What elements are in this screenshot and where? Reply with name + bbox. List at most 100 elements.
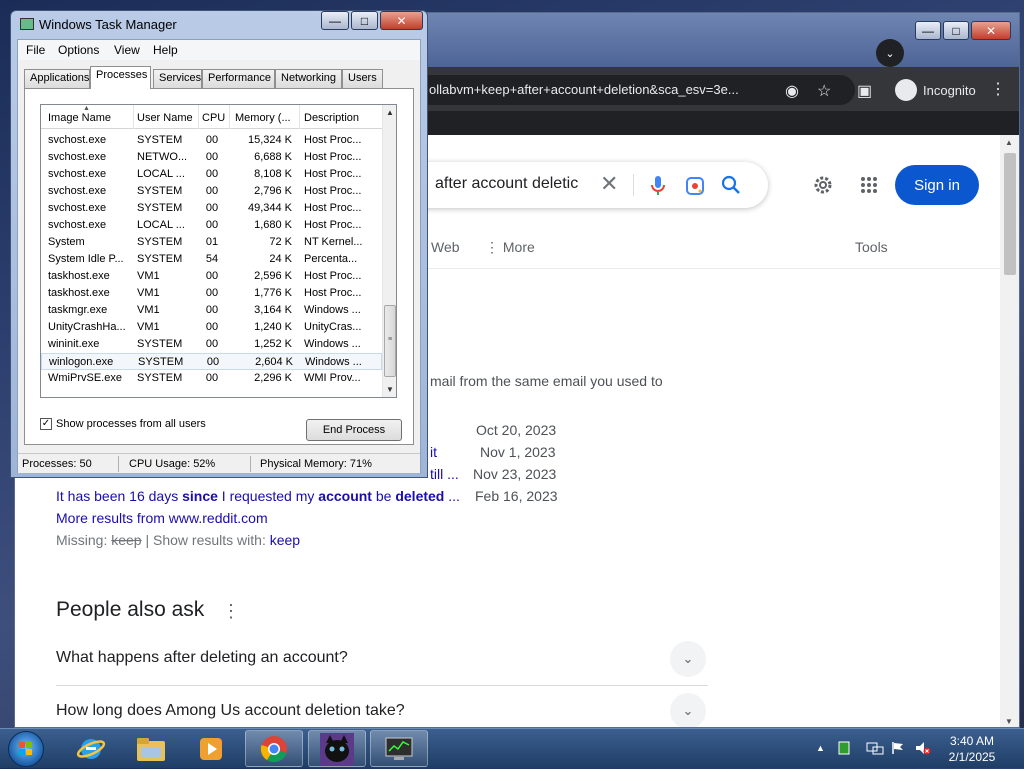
process-description: Host Proc... (304, 134, 362, 146)
page-scrollbar[interactable]: ▲ ▼ (1000, 135, 1019, 727)
scroll-down-arrow-icon[interactable]: ▼ (1005, 717, 1013, 726)
paa-question[interactable]: What happens after deleting an account? (56, 649, 348, 667)
settings-gear-icon[interactable] (812, 174, 834, 196)
scroll-up-arrow-icon[interactable]: ▲ (1005, 138, 1013, 147)
end-process-button[interactable]: End Process (306, 419, 402, 441)
process-row[interactable]: taskmgr.exe VM1 00 3,164 K Windows ... (41, 302, 382, 319)
process-row[interactable]: svchost.exe SYSTEM 00 2,796 K Host Proc... (41, 183, 382, 200)
menu-help[interactable]: Help (153, 43, 178, 57)
checkbox-box[interactable]: ✓ (40, 418, 52, 430)
show-all-users-checkbox[interactable]: ✓ Show processes from all users (40, 418, 206, 430)
process-row[interactable]: wininit.exe SYSTEM 00 1,252 K Windows ... (41, 336, 382, 353)
process-row[interactable]: svchost.exe NETWO... 00 6,688 K Host Proc... (41, 149, 382, 166)
menu-options[interactable]: Options (58, 43, 99, 57)
cat-app-button[interactable] (308, 730, 366, 767)
task-manager-taskbar-button[interactable] (370, 730, 428, 767)
tab-performance[interactable]: Performance (202, 69, 275, 88)
reddit-result-link[interactable]: It has been 16 days since I requested my… (56, 488, 460, 504)
column-memory[interactable]: Memory (... (235, 112, 297, 124)
column-image-name[interactable]: Image Name (48, 112, 132, 124)
menu-file[interactable]: File (26, 43, 45, 57)
process-row[interactable]: UnityCrashHa... VM1 00 1,240 K UnityCras... (41, 319, 382, 336)
google-search-box[interactable]: after account deletic ✕ (395, 162, 768, 208)
process-memory: 2,604 K (255, 356, 293, 368)
process-description: Windows ... (304, 338, 361, 350)
paa-question[interactable]: How long does Among Us account deletion … (56, 702, 405, 720)
scroll-up-arrow-icon[interactable]: ▲ (386, 108, 394, 117)
process-row[interactable]: System SYSTEM 01 72 K NT Kernel... (41, 234, 382, 251)
search-query-text[interactable]: after account deletic (435, 175, 578, 193)
action-center-flag-icon[interactable] (891, 741, 905, 755)
system-clock[interactable]: 3:40 AM 2/1/2025 (940, 733, 1004, 765)
tm-maximize-button[interactable]: □ (351, 11, 378, 30)
column-description[interactable]: Description (304, 112, 376, 124)
network-icon[interactable] (866, 741, 884, 755)
clear-search-icon[interactable]: ✕ (600, 171, 618, 197)
chrome-menu-icon[interactable]: ⋮ (990, 82, 1006, 98)
show-hidden-icons-icon[interactable]: ▲ (816, 743, 825, 753)
more-tabs-menu[interactable]: ⋮ More (485, 239, 535, 256)
column-cpu[interactable]: CPU (202, 112, 226, 124)
eye-slash-icon[interactable]: ◉ (785, 81, 799, 101)
process-description: Host Proc... (304, 219, 362, 231)
file-explorer-button[interactable] (122, 730, 180, 767)
tab-services[interactable]: Services (153, 69, 202, 88)
chrome-close-button[interactable]: ✕ (971, 21, 1011, 40)
sign-in-button[interactable]: Sign in (895, 165, 979, 205)
process-row[interactable]: WmiPrvSE.exe SYSTEM 00 2,296 K WMI Prov... (41, 370, 382, 387)
chevron-down-icon[interactable]: ⌄ (670, 693, 706, 727)
process-row[interactable]: taskhost.exe VM1 00 2,596 K Host Proc... (41, 268, 382, 285)
column-divider[interactable] (229, 105, 230, 129)
start-orb[interactable] (8, 731, 44, 767)
tm-close-button[interactable]: ✕ (380, 11, 423, 30)
tab-search-chevron-icon[interactable]: ⌄ (876, 39, 904, 67)
process-row[interactable]: System Idle P... SYSTEM 54 24 K Percenta... (41, 251, 382, 268)
scrollbar-thumb[interactable] (1004, 153, 1016, 275)
menu-view[interactable]: View (114, 43, 140, 57)
google-apps-grid-icon[interactable] (860, 176, 878, 194)
voice-search-icon[interactable] (651, 176, 665, 196)
result-link-tail-2[interactable]: till ... (430, 466, 459, 482)
column-divider[interactable] (299, 105, 300, 129)
chrome-maximize-button[interactable]: □ (943, 21, 969, 40)
tab-applications[interactable]: Applications (24, 69, 90, 88)
column-user-name[interactable]: User Name (137, 112, 197, 124)
volume-muted-icon[interactable] (915, 741, 931, 755)
scroll-down-arrow-icon[interactable]: ▼ (386, 385, 394, 394)
search-icon[interactable] (720, 174, 742, 196)
chrome-taskbar-button[interactable] (245, 730, 303, 767)
process-cpu: 00 (205, 151, 219, 163)
process-row[interactable]: svchost.exe LOCAL ... 00 8,108 K Host Proc..… (41, 166, 382, 183)
more-results-link[interactable]: More results from www.reddit.com (56, 510, 268, 526)
chevron-down-icon[interactable]: ⌄ (670, 641, 706, 677)
status-divider (250, 456, 251, 472)
tab-networking[interactable]: Networking (275, 69, 342, 88)
process-row[interactable]: svchost.exe LOCAL ... 00 1,680 K Host Proc..… (41, 217, 382, 234)
process-row[interactable]: winlogon.exe SYSTEM 00 2,604 K Windows ... (41, 353, 382, 370)
bookmark-star-icon[interactable]: ☆ (817, 81, 831, 101)
tab-users[interactable]: Users (342, 69, 383, 88)
tab-web[interactable]: Web (431, 239, 460, 255)
result-link-tail-1[interactable]: it (430, 444, 437, 460)
process-row[interactable]: svchost.exe SYSTEM 00 49,344 K Host Proc... (41, 200, 382, 217)
show-results-with-link[interactable]: keep (270, 532, 300, 548)
scrollbar-thumb[interactable]: ≡ (384, 305, 396, 377)
internet-explorer-button[interactable] (62, 730, 120, 767)
process-cpu: 00 (205, 134, 219, 146)
clock-date: 2/1/2025 (948, 750, 996, 764)
column-divider[interactable] (133, 105, 134, 129)
paa-options-icon[interactable]: ⋮ (222, 601, 240, 622)
google-lens-icon[interactable] (685, 176, 705, 196)
process-row[interactable]: svchost.exe SYSTEM 00 15,324 K Host Proc... (41, 132, 382, 149)
tm-minimize-button[interactable]: — (321, 11, 349, 30)
chrome-minimize-button[interactable]: — (915, 21, 941, 40)
column-divider[interactable] (198, 105, 199, 129)
process-row[interactable]: taskhost.exe VM1 00 1,776 K Host Proc... (41, 285, 382, 302)
incognito-profile[interactable]: Incognito (895, 75, 976, 105)
media-player-button[interactable] (182, 730, 240, 767)
battery-icon[interactable] (838, 741, 850, 755)
tab-tools[interactable]: Tools (855, 239, 888, 255)
tab-processes[interactable]: Processes (90, 66, 151, 89)
side-panel-icon[interactable]: ▣ (857, 81, 872, 101)
process-list-scrollbar[interactable]: ▲ ≡ ▼ (382, 105, 396, 397)
